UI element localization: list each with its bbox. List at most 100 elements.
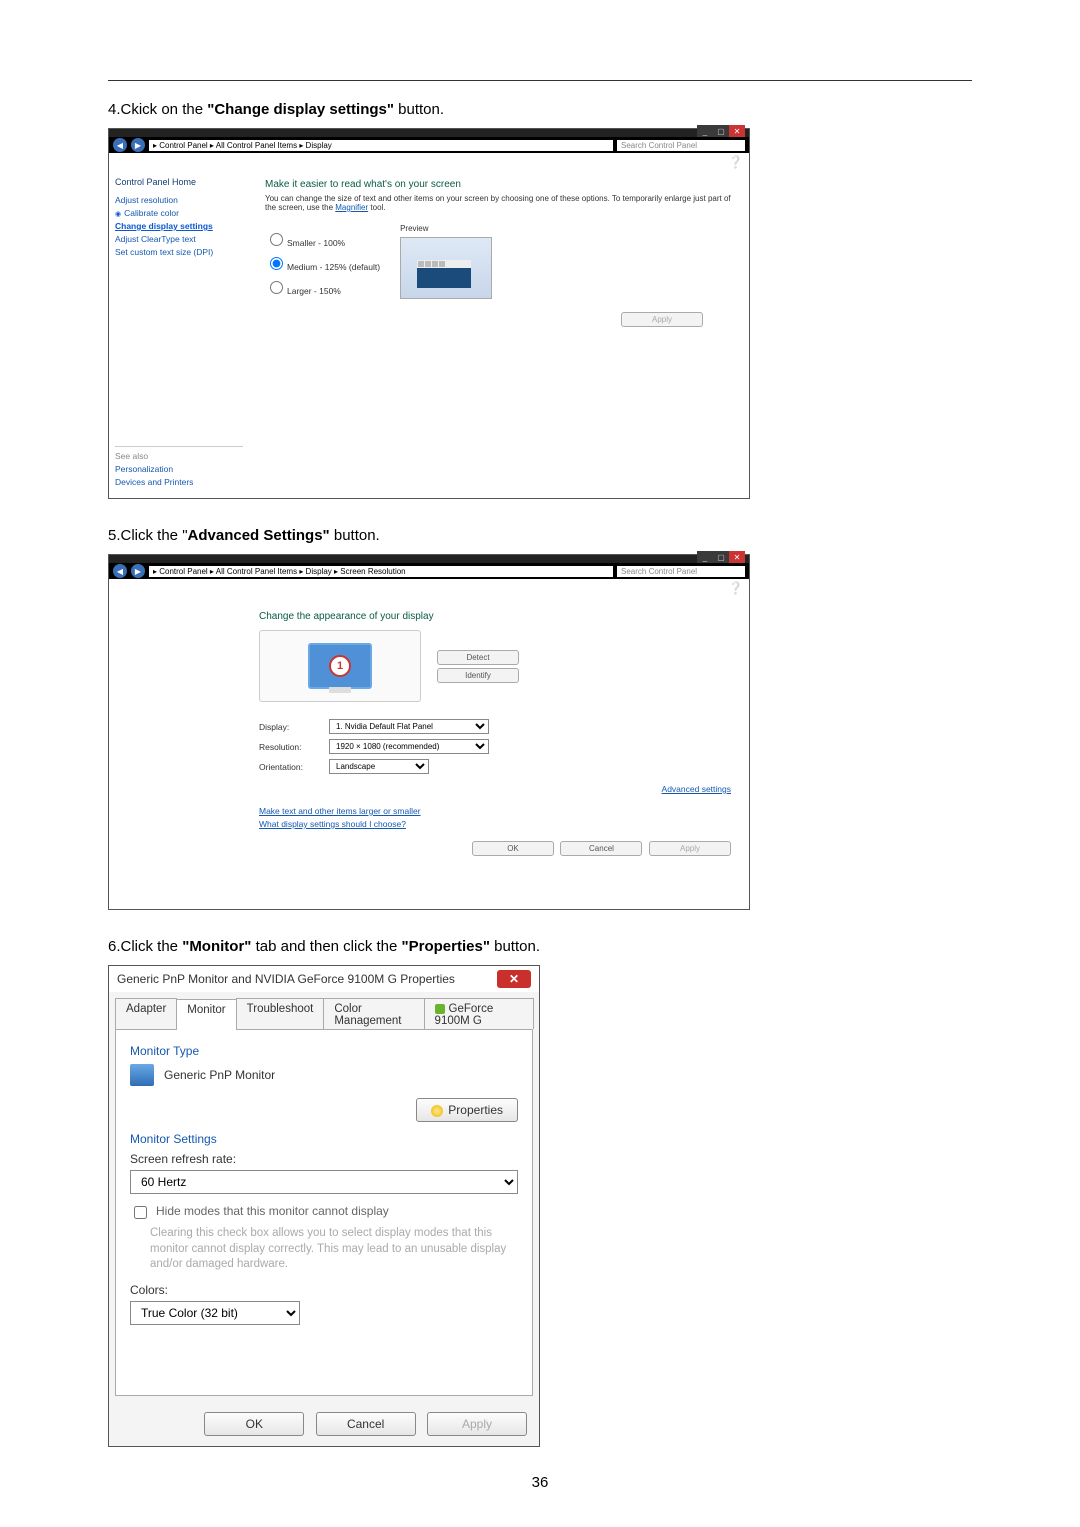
radio-smaller[interactable] — [270, 233, 283, 246]
radio-medium[interactable] — [270, 257, 283, 270]
monitor-icon — [130, 1064, 154, 1086]
orientation-select[interactable]: Landscape — [329, 759, 429, 774]
refresh-rate-select[interactable]: 60 Hertz — [130, 1170, 518, 1194]
label-smaller: Smaller - 100% — [287, 238, 345, 248]
sidebar-header: Control Panel Home — [115, 177, 243, 187]
tabs: Adapter Monitor Troubleshoot Color Manag… — [109, 992, 539, 1029]
window-buttons: _ ▢ ✕ — [697, 551, 745, 563]
minimize-button[interactable]: _ — [697, 125, 713, 137]
screenshot-monitor-properties: Generic PnP Monitor and NVIDIA GeForce 9… — [108, 965, 540, 1447]
window-titlebar: _ ▢ ✕ — [109, 129, 749, 137]
tab-color-management[interactable]: Color Management — [323, 998, 424, 1029]
step6-suffix: button. — [490, 938, 540, 955]
sidebar-item-change-display-settings[interactable]: Change display settings — [115, 221, 243, 231]
step-4-text: 4.Ckick on the "Change display settings"… — [108, 101, 972, 118]
monitor-arrangement[interactable]: 1 — [259, 630, 421, 702]
step5-prefix: 5.Click the " — [108, 527, 188, 544]
back-icon[interactable]: ◀ — [113, 564, 127, 578]
monitor-settings-group: Monitor Settings — [130, 1132, 518, 1146]
hide-modes-checkbox[interactable] — [134, 1206, 147, 1219]
properties-icon — [431, 1105, 443, 1117]
what-settings-link[interactable]: What display settings should I choose? — [259, 819, 731, 829]
forward-icon[interactable]: ▶ — [131, 564, 145, 578]
close-button[interactable]: ✕ — [729, 125, 745, 137]
preview-icon — [400, 237, 492, 299]
tab-monitor[interactable]: Monitor — [176, 999, 236, 1030]
hide-modes-note: Clearing this check box allows you to se… — [150, 1226, 518, 1273]
help-icon[interactable]: ❔ — [109, 153, 749, 169]
label-medium: Medium - 125% (default) — [287, 262, 380, 272]
forward-icon[interactable]: ▶ — [131, 138, 145, 152]
page-number: 36 — [0, 1474, 1080, 1491]
step6-bold1: "Monitor" — [182, 938, 251, 955]
close-icon[interactable]: ✕ — [497, 970, 531, 988]
cancel-button[interactable]: Cancel — [560, 841, 642, 856]
hide-modes-label: Hide modes that this monitor cannot disp… — [156, 1204, 389, 1218]
properties-button[interactable]: Properties — [416, 1098, 518, 1122]
size-options: Smaller - 100% Medium - 125% (default) L… — [265, 224, 380, 302]
tab-troubleshoot[interactable]: Troubleshoot — [236, 998, 325, 1029]
sidebar-item-set-dpi[interactable]: Set custom text size (DPI) — [115, 247, 243, 257]
step-5-text: 5.Click the "Advanced Settings" button. — [108, 527, 972, 544]
step6-bold2: "Properties" — [402, 938, 490, 955]
tab-geforce[interactable]: GeForce 9100M G — [424, 998, 534, 1029]
ok-button[interactable]: OK — [472, 841, 554, 856]
preview-label: Preview — [400, 224, 492, 233]
magnifier-link[interactable]: Magnifier — [335, 203, 368, 212]
make-text-larger-link[interactable]: Make text and other items larger or smal… — [259, 806, 731, 816]
monitor-type-group: Monitor Type — [130, 1044, 518, 1058]
nav-bar: ◀ ▶ ▸ Control Panel ▸ All Control Panel … — [109, 563, 749, 579]
breadcrumb[interactable]: ▸ Control Panel ▸ All Control Panel Item… — [149, 140, 613, 151]
breadcrumb[interactable]: ▸ Control Panel ▸ All Control Panel Item… — [149, 566, 613, 577]
display-label: Display: — [259, 722, 329, 732]
maximize-button[interactable]: ▢ — [713, 125, 729, 137]
display-desc: You can change the size of text and othe… — [265, 194, 733, 212]
display-main-pane: Make it easier to read what's on your sc… — [249, 169, 749, 498]
screenshot-screen-resolution: _ ▢ ✕ ◀ ▶ ▸ Control Panel ▸ All Control … — [108, 554, 750, 910]
search-input[interactable]: Search Control Panel — [617, 566, 745, 577]
monitor-number-icon: 1 — [329, 655, 351, 677]
label-larger: Larger - 150% — [287, 286, 341, 296]
colors-label: Colors: — [130, 1283, 518, 1297]
refresh-rate-label: Screen refresh rate: — [130, 1152, 518, 1166]
search-input[interactable]: Search Control Panel — [617, 140, 745, 151]
sidebar-item-adjust-resolution[interactable]: Adjust resolution — [115, 195, 243, 205]
resolution-select[interactable]: 1920 × 1080 (recommended) — [329, 739, 489, 754]
colors-select[interactable]: True Color (32 bit) — [130, 1301, 300, 1325]
monitor-type-value: Generic PnP Monitor — [164, 1068, 275, 1082]
screenshot-display-settings: _ ▢ ✕ ◀ ▶ ▸ Control Panel ▸ All Control … — [108, 128, 750, 499]
sidebar: Control Panel Home Adjust resolution Cal… — [109, 169, 249, 498]
sidebar-item-calibrate-color[interactable]: Calibrate color — [115, 208, 243, 218]
apply-button[interactable]: Apply — [427, 1412, 527, 1436]
orientation-label: Orientation: — [259, 762, 329, 772]
close-button[interactable]: ✕ — [729, 551, 745, 563]
ok-button[interactable]: OK — [204, 1412, 304, 1436]
maximize-button[interactable]: ▢ — [713, 551, 729, 563]
see-also-devices-printers[interactable]: Devices and Printers — [115, 477, 243, 487]
document-page: 4.Ckick on the "Change display settings"… — [0, 0, 1080, 1527]
radio-larger[interactable] — [270, 281, 283, 294]
see-also-personalization[interactable]: Personalization — [115, 464, 243, 474]
tab-adapter[interactable]: Adapter — [115, 998, 177, 1029]
step6-mid: tab and then click the — [251, 938, 401, 955]
step-6-text: 6.Click the "Monitor" tab and then click… — [108, 938, 972, 955]
nav-bar: ◀ ▶ ▸ Control Panel ▸ All Control Panel … — [109, 137, 749, 153]
dialog-title: Generic PnP Monitor and NVIDIA GeForce 9… — [117, 972, 455, 986]
identify-button[interactable]: Identify — [437, 668, 519, 683]
detect-button[interactable]: Detect — [437, 650, 519, 665]
resolution-heading: Change the appearance of your display — [259, 611, 731, 622]
advanced-settings-link[interactable]: Advanced settings — [662, 784, 731, 794]
minimize-button[interactable]: _ — [697, 551, 713, 563]
back-icon[interactable]: ◀ — [113, 138, 127, 152]
step5-suffix: button. — [330, 527, 380, 544]
apply-button[interactable]: Apply — [621, 312, 703, 327]
sidebar-item-adjust-cleartype[interactable]: Adjust ClearType text — [115, 234, 243, 244]
nvidia-icon — [435, 1004, 445, 1014]
display-select[interactable]: 1. Nvidia Default Flat Panel — [329, 719, 489, 734]
help-icon[interactable]: ❔ — [109, 579, 749, 595]
step6-prefix: 6.Click the — [108, 938, 182, 955]
cancel-button[interactable]: Cancel — [316, 1412, 416, 1436]
monitor-icon[interactable]: 1 — [308, 643, 372, 689]
apply-button[interactable]: Apply — [649, 841, 731, 856]
resolution-label: Resolution: — [259, 742, 329, 752]
